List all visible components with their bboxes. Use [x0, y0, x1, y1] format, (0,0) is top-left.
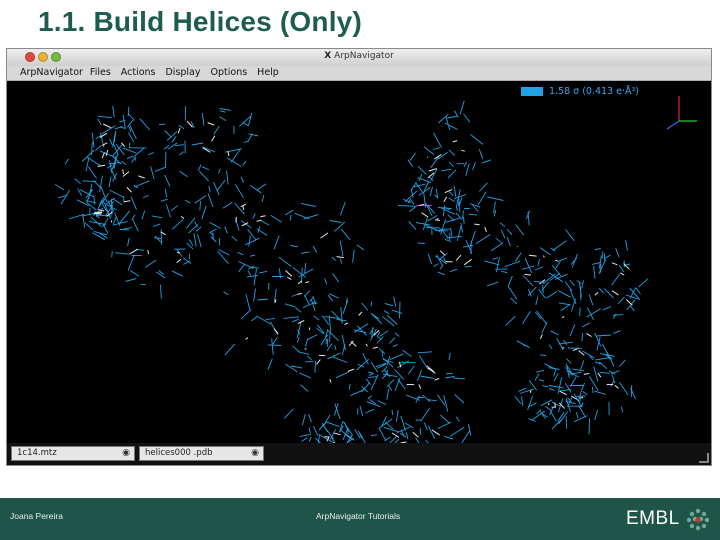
density-blob	[484, 210, 578, 326]
density-blob	[320, 296, 404, 373]
embl-logo-dots-icon	[686, 508, 710, 531]
density-mesh	[299, 403, 363, 443]
menu-options[interactable]: Options	[206, 66, 253, 80]
density-blob	[92, 204, 217, 299]
density-mesh	[320, 296, 404, 373]
xyz-axes-icon	[666, 96, 697, 130]
window-title: X ArpNavigator	[7, 51, 711, 61]
density-mesh	[223, 268, 340, 373]
density-mesh	[68, 175, 124, 236]
eye-icon[interactable]: ◉	[251, 447, 259, 460]
density-mesh	[81, 105, 147, 180]
atomic-model-sticks	[529, 390, 567, 409]
atomic-model-sticks	[412, 429, 440, 438]
density-mesh	[397, 169, 470, 241]
embl-logo: EMBL	[626, 508, 680, 529]
atomic-model-sticks	[539, 316, 592, 356]
slide-title: 1.1. Build Helices (Only)	[38, 6, 362, 37]
contour-legend: 1.58 σ (0.413 e·Å³)	[520, 86, 639, 97]
menu-bar: ArpNavigator Files Actions Display Optio…	[7, 66, 711, 81]
electron-density-map[interactable]	[7, 81, 711, 443]
file-name: helices000 .pdb	[145, 448, 213, 458]
density-blob	[555, 240, 649, 321]
density-mesh	[555, 240, 649, 321]
file-entry-mtz[interactable]: 1c14.mtz ◉	[11, 446, 135, 461]
eye-icon[interactable]: ◉	[122, 447, 130, 460]
window-title-text: ArpNavigator	[334, 51, 394, 61]
density-blob	[314, 409, 429, 443]
density-mesh	[139, 106, 259, 185]
atomic-model-sticks	[99, 123, 126, 159]
file-entry-pdb[interactable]: helices000 .pdb ◉	[139, 446, 264, 461]
density-blob	[299, 403, 363, 443]
density-mesh	[314, 409, 429, 443]
density-blob	[223, 268, 340, 373]
atomic-model-sticks	[439, 223, 487, 266]
density-mesh	[407, 100, 492, 213]
density-mesh	[484, 210, 578, 326]
density-blob	[397, 169, 470, 241]
atomic-model-sticks	[516, 245, 558, 285]
atomic-model-sticks	[235, 203, 266, 227]
slide-footer: Joana Pereira ArpNavigator Tutorials EMB…	[0, 498, 720, 540]
window-titlebar[interactable]: X ArpNavigator	[7, 49, 711, 67]
atomic-model-sticks	[245, 292, 311, 340]
footer-author: Joana Pereira	[10, 511, 63, 521]
file-list-bar: 1c14.mtz ◉ helices000 .pdb ◉	[7, 443, 711, 465]
x11-icon: X	[324, 51, 332, 61]
menu-help[interactable]: Help	[252, 66, 284, 80]
atomic-model-sticks	[177, 120, 230, 157]
density-blob	[361, 337, 466, 424]
arpnavigator-window: X ArpNavigator ArpNavigator Files Actions…	[6, 48, 712, 466]
density-mesh	[361, 337, 466, 424]
menu-files[interactable]: Files	[85, 66, 116, 80]
density-blob	[81, 105, 147, 180]
density-blob	[68, 175, 124, 236]
density-mesh	[92, 204, 217, 299]
footer-tutorial-name: ArpNavigator Tutorials	[316, 511, 401, 521]
menu-display[interactable]: Display	[160, 66, 205, 80]
atomic-model-sticks	[426, 140, 465, 179]
density-mesh	[188, 176, 292, 273]
resize-handle[interactable]	[699, 453, 709, 463]
3d-viewport[interactable]: 1.58 σ (0.413 e·Å³)	[7, 81, 711, 443]
menu-arpnavigator[interactable]: ArpNavigator	[15, 66, 85, 80]
density-blob	[139, 106, 259, 185]
density-blob	[188, 176, 292, 273]
map-color-swatch[interactable]	[520, 87, 543, 96]
file-name: 1c14.mtz	[17, 448, 57, 458]
menu-actions[interactable]: Actions	[116, 66, 161, 80]
contour-level-label: 1.58 σ (0.413 e·Å³)	[548, 86, 639, 97]
density-blob	[407, 100, 492, 213]
